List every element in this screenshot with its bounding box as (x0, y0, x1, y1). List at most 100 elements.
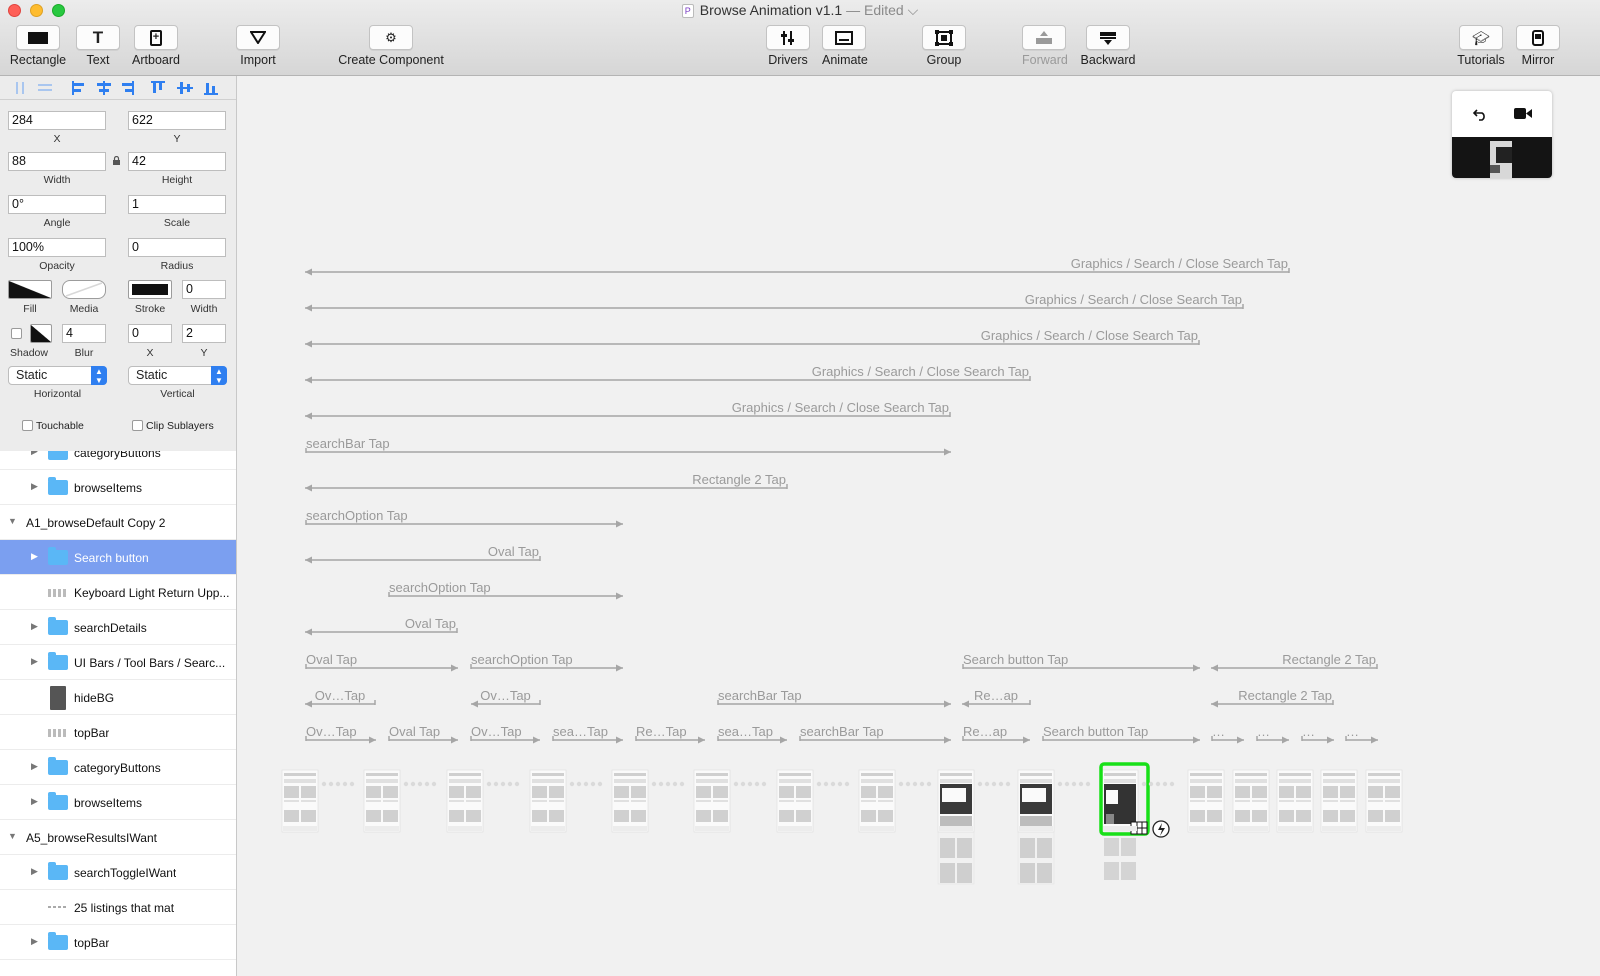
layer-row[interactable]: ▶ searchDetails (0, 610, 236, 645)
layer-row[interactable]: ▶ UI Bars / Tool Bars / Searc... (0, 645, 236, 680)
disclosure-collapsed-icon[interactable]: ▶ (31, 936, 38, 947)
vertical-value: Static (136, 368, 168, 382)
mirror-button[interactable]: Mirror (1516, 25, 1560, 67)
stroke-swatch[interactable] (128, 280, 172, 299)
disclosure-collapsed-icon[interactable]: ▶ (31, 866, 38, 877)
import-label: Import (240, 53, 276, 67)
shadow-color-swatch[interactable] (30, 324, 52, 343)
layer-row[interactable]: ▼ A1_browseDefault Copy 2 (0, 505, 236, 540)
layer-row[interactable]: ▶ browseItems (0, 470, 236, 505)
layer-row[interactable]: 25 listings that mat (0, 890, 236, 925)
backward-button[interactable]: Backward (1080, 25, 1136, 67)
shadow-y-field[interactable]: 2 (182, 324, 226, 343)
clip-sublayers-label: Clip Sublayers (146, 420, 214, 432)
shadow-x-field[interactable]: 0 (128, 324, 172, 343)
layers-panel: ▶ categoryButtons ▶ browseItems ▼ A1_browseDe… (0, 451, 237, 976)
forward-button[interactable]: Forward (1022, 25, 1068, 67)
animate-icon (835, 30, 853, 45)
artboard-button[interactable]: + Artboard (128, 25, 184, 67)
preview-window[interactable] (1452, 91, 1552, 178)
layer-name: A1_browseDefault Copy 2 (26, 516, 166, 530)
disclosure-expanded-icon[interactable]: ▼ (8, 831, 17, 841)
text-label: Text (86, 53, 110, 67)
angle-field[interactable]: 0° (8, 195, 106, 214)
width-label: Width (43, 174, 71, 186)
rectangle-button[interactable]: Rectangle (8, 25, 68, 67)
width-field[interactable]: 88 (8, 152, 106, 171)
fill-swatch[interactable] (8, 280, 52, 299)
layer-name: 25 listings that mat (74, 901, 175, 915)
shadow-checkbox[interactable] (11, 328, 22, 339)
rectangle-layer-icon (50, 686, 66, 710)
blur-field[interactable]: 4 (62, 324, 106, 343)
text-button[interactable]: T Text (76, 25, 120, 67)
document-icon: P (681, 4, 694, 18)
radius-field[interactable]: 0 (128, 238, 226, 257)
drivers-button[interactable]: Drivers (766, 25, 810, 67)
layer-row[interactable]: Keyboard Light Return Upp... (0, 575, 236, 610)
layer-name: topBar (74, 726, 110, 740)
canvas[interactable] (238, 76, 1600, 976)
touchable-checkbox[interactable] (22, 420, 33, 431)
create-component-label: Create Component (338, 53, 444, 67)
group-icon (935, 29, 953, 46)
folder-icon (48, 451, 68, 460)
text-icon: T (92, 28, 104, 47)
disclosure-expanded-icon[interactable]: ▼ (8, 516, 17, 526)
align-icons[interactable] (0, 76, 236, 100)
create-component-button[interactable]: ⚙︎ Create Component (331, 25, 451, 67)
layer-name: searchDetails (74, 621, 147, 635)
layer-row[interactable]: topBar (0, 715, 236, 750)
artboard-icon: + (150, 29, 162, 46)
layer-row[interactable]: ▶ topBar (0, 925, 236, 960)
y-field[interactable]: 622 (128, 111, 226, 130)
edited-status[interactable]: — Edited ⌵ (846, 2, 918, 18)
scale-field[interactable]: 1 (128, 195, 226, 214)
alignment-toolbar (0, 76, 236, 100)
layer-row[interactable]: ▶ categoryButtons (0, 451, 236, 470)
height-field[interactable]: 42 (128, 152, 226, 171)
blur-label: Blur (74, 347, 94, 359)
stroke-width-field[interactable]: 0 (182, 280, 226, 299)
window-titlebar: P Browse Animation v1.1 — Edited ⌵ Rectan… (0, 0, 1600, 76)
disclosure-collapsed-icon[interactable]: ▶ (31, 481, 38, 492)
phone-mirror-icon (1532, 29, 1544, 46)
tutorials-button[interactable]: 🎓︎ Tutorials (1454, 25, 1508, 67)
disclosure-collapsed-icon[interactable]: ▶ (31, 551, 38, 562)
animate-button[interactable]: Animate (822, 25, 868, 67)
rectangle-icon (28, 31, 48, 44)
disclosure-collapsed-icon[interactable]: ▶ (31, 621, 38, 632)
disclosure-collapsed-icon[interactable]: ▶ (31, 761, 38, 772)
layer-row[interactable]: ▶ Search button (0, 540, 236, 575)
layer-name: browseItems (74, 796, 143, 810)
vertical-select[interactable]: Static ▲ ▼ (128, 366, 227, 385)
send-backward-icon (1100, 31, 1116, 45)
layer-row[interactable]: ▼ A5_browseResultsIWant (0, 820, 236, 855)
forward-label: Forward (1022, 53, 1068, 67)
import-button[interactable]: Import (236, 25, 280, 67)
fill-label: Fill (23, 303, 37, 315)
horizontal-select[interactable]: Static ▲ ▼ (8, 366, 107, 385)
layer-row[interactable]: ▶ categoryButtons (0, 750, 236, 785)
stroke-label: Stroke (134, 303, 166, 315)
disclosure-collapsed-icon[interactable]: ▶ (31, 656, 38, 667)
rectangle-label: Rectangle (9, 53, 67, 67)
layer-row[interactable]: ▶ browseItems (0, 785, 236, 820)
media-swatch[interactable] (62, 280, 106, 299)
x-field[interactable]: 284 (8, 111, 106, 130)
shadow-y-label: Y (200, 347, 208, 359)
undo-icon[interactable] (1472, 107, 1488, 121)
lock-icon[interactable] (112, 156, 121, 165)
disclosure-collapsed-icon[interactable]: ▶ (31, 796, 38, 807)
layer-row[interactable]: ▶ searchToggleIWant (0, 855, 236, 890)
group-button[interactable]: Group (922, 25, 966, 67)
animate-label: Animate (822, 53, 868, 67)
layer-name: categoryButtons (74, 451, 161, 460)
layer-row[interactable]: hideBG (0, 680, 236, 715)
record-video-icon[interactable] (1514, 108, 1532, 119)
clip-sublayers-checkbox[interactable] (132, 420, 143, 431)
disclosure-collapsed-icon[interactable]: ▶ (31, 451, 38, 457)
opacity-field[interactable]: 100% (8, 238, 106, 257)
bring-forward-icon (1036, 30, 1052, 44)
select-arrows-icon: ▲ ▼ (91, 366, 107, 385)
